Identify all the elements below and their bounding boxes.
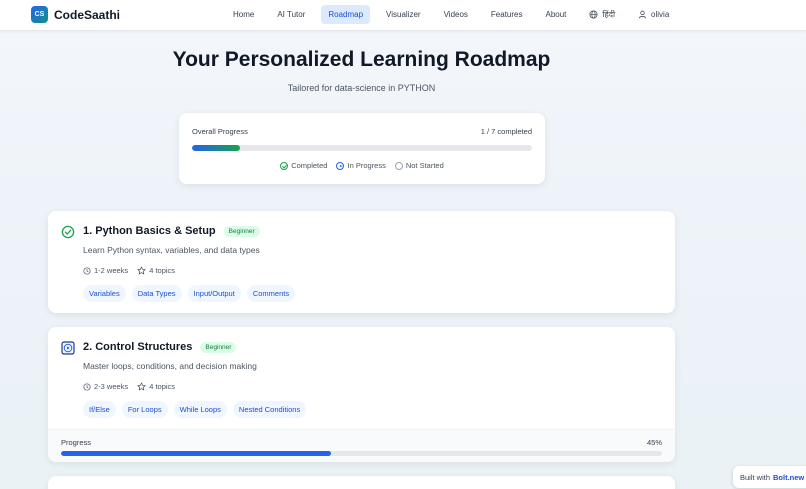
empty-circle-icon (394, 161, 403, 170)
built-with-badge[interactable]: Built with Bolt.new (733, 466, 806, 488)
nav-videos[interactable]: Videos (437, 5, 475, 24)
topic-tag[interactable]: Comments (246, 285, 296, 302)
user-menu[interactable]: olivia (631, 5, 676, 24)
module-progress: Progress 45% (48, 429, 675, 462)
clock-icon (83, 266, 91, 275)
topic-tags: Variables Data Types Input/Output Commen… (83, 285, 296, 302)
overall-progress-label: Overall Progress (192, 127, 248, 136)
play-circle-icon (336, 161, 345, 170)
check-circle-icon (61, 225, 75, 239)
module-card-1[interactable]: 1. Python Basics & Setup Beginner Learn … (48, 211, 675, 313)
overall-progress-bar (192, 145, 532, 151)
legend-not-started: Not Started (394, 161, 444, 170)
module-progress-label: Progress (61, 438, 92, 447)
topic-tags: If/Else For Loops While Loops Nested Con… (83, 401, 307, 418)
duration-text: 1-2 weeks (94, 266, 129, 275)
module-meta: 2-3 weeks 4 topics (83, 382, 175, 391)
topics-count-text: 4 topics (149, 266, 176, 275)
topics-count-text: 4 topics (149, 382, 176, 391)
module-card-2[interactable]: 2. Control Structures Beginner Master lo… (48, 327, 675, 462)
duration: 2-3 weeks (83, 382, 128, 391)
topic-tag[interactable]: If/Else (83, 401, 116, 418)
page-title: Your Personalized Learning Roadmap (172, 48, 551, 71)
top-navbar: CS CodeSaathi Home AI Tutor Roadmap Visu… (0, 0, 806, 31)
module-card-3[interactable] (48, 476, 675, 489)
language-toggle[interactable]: हिंदी (582, 5, 622, 24)
legend-completed: Completed (280, 161, 327, 170)
overall-progress-count: 1 / 7 completed (480, 127, 532, 136)
star-icon (137, 266, 146, 275)
play-icon (61, 341, 75, 355)
built-with-text: Built with (740, 472, 771, 482)
logo-badge: CS (31, 6, 48, 23)
module-progress-bar (61, 451, 662, 456)
clock-icon (83, 382, 91, 391)
language-label: हिंदी (602, 10, 616, 19)
module-description: Master loops, conditions, and decision m… (83, 361, 257, 371)
bolt-link[interactable]: Bolt.new (773, 473, 804, 482)
legend-in-progress-label: In Progress (347, 161, 386, 170)
nav-home[interactable]: Home (226, 5, 261, 24)
nav-roadmap[interactable]: Roadmap (321, 5, 371, 24)
topics-count: 4 topics (137, 382, 175, 391)
topic-tag[interactable]: While Loops (173, 401, 227, 418)
page-subtitle: Tailored for data-science in PYTHON (287, 83, 436, 93)
level-badge: Beginner (223, 225, 260, 237)
topics-count: 4 topics (137, 266, 175, 275)
user-name: olivia (651, 10, 670, 19)
nav-features[interactable]: Features (484, 5, 530, 24)
user-icon (638, 10, 647, 19)
module-meta: 1-2 weeks 4 topics (83, 266, 175, 275)
topic-tag[interactable]: Input/Output (187, 285, 241, 302)
legend-in-progress: In Progress (336, 161, 386, 170)
module-title-row: 2. Control Structures Beginner (83, 341, 237, 353)
status-legend: Completed In Progress Not Started (179, 161, 545, 170)
module-progress-fill (61, 451, 332, 456)
brand-logo[interactable]: CS CodeSaathi (31, 6, 120, 23)
globe-icon (589, 10, 598, 19)
nav-about[interactable]: About (539, 5, 574, 24)
legend-not-started-label: Not Started (405, 161, 444, 170)
duration: 1-2 weeks (83, 266, 128, 275)
overall-progress-fill (192, 145, 240, 151)
module-title-row: 1. Python Basics & Setup Beginner (83, 225, 260, 237)
brand-name: CodeSaathi (54, 7, 121, 22)
module-title: 1. Python Basics & Setup (83, 225, 216, 237)
nav-ai-tutor[interactable]: AI Tutor (270, 5, 312, 24)
topic-tag[interactable]: Variables (83, 285, 126, 302)
check-circle-icon (280, 161, 289, 170)
module-title: 2. Control Structures (83, 341, 193, 353)
topic-tag[interactable]: For Loops (121, 401, 168, 418)
duration-text: 2-3 weeks (94, 382, 129, 391)
star-icon (137, 382, 146, 391)
overall-progress-card: Overall Progress 1 / 7 completed Complet… (179, 113, 545, 184)
level-badge: Beginner (200, 341, 237, 353)
legend-completed-label: Completed (291, 161, 328, 170)
nav-links: Home AI Tutor Roadmap Visualizer Videos … (226, 5, 685, 24)
topic-tag[interactable]: Nested Conditions (232, 401, 307, 418)
nav-visualizer[interactable]: Visualizer (379, 5, 428, 24)
module-progress-percent: 45% (646, 438, 662, 447)
module-description: Learn Python syntax, variables, and data… (83, 245, 260, 255)
topic-tag[interactable]: Data Types (131, 285, 182, 302)
